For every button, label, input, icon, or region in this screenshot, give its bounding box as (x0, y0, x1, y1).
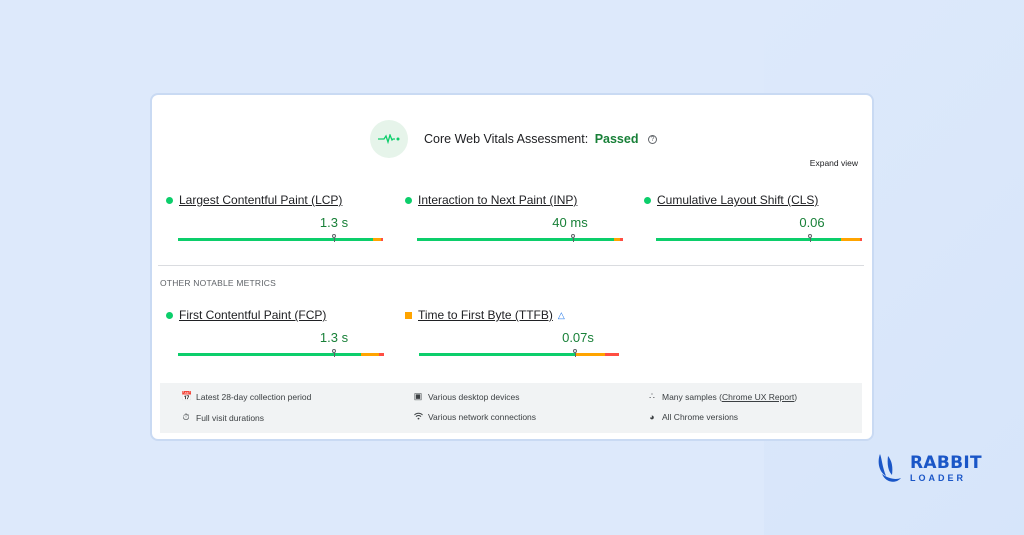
metric-ttfb-link[interactable]: Time to First Byte (TTFB) (418, 308, 553, 322)
needs-improvement-status-icon (405, 311, 412, 319)
footer-samples-suffix: ) (794, 391, 798, 402)
wifi-icon (413, 412, 423, 422)
chrome-ux-report-link[interactable]: Chrome UX Report (722, 392, 794, 402)
metric-ttfb-value: 0.07s (562, 330, 594, 345)
metric-inp-value: 40 ms (552, 215, 588, 230)
assessment-title: Core Web Vitals Assessment: Passed ? (424, 132, 657, 146)
metric-name: Cumulative Layout Shift (CLS) (644, 193, 818, 207)
metric-inp-link[interactable]: Interaction to Next Paint (INP) (418, 193, 577, 207)
distribution-bar (419, 353, 627, 356)
distribution-bar (178, 353, 385, 356)
devices-icon: ▣ (413, 391, 423, 401)
metric-name: Largest Contentful Paint (LCP) (166, 193, 342, 207)
brand-name-line2: LOADER (910, 473, 966, 483)
value-marker-icon (808, 234, 812, 242)
metric-lcp-link[interactable]: Largest Contentful Paint (LCP) (179, 193, 342, 207)
section-divider (158, 265, 864, 266)
samples-icon: ∴ (649, 391, 655, 401)
footer-devices-text: Various desktop devices (428, 391, 520, 402)
footer-durations: ⏱ Full visit durations (181, 412, 264, 423)
footer-versions-text: All Chrome versions (662, 412, 739, 422)
metric-fcp-value: 1.3 s (319, 330, 349, 345)
metric-name: First Contentful Paint (FCP) (166, 308, 326, 322)
assessment-title-text: Core Web Vitals Assessment: (424, 132, 589, 146)
flask-icon: △ (557, 309, 565, 320)
metric-name: Time to First Byte (TTFB) △ (405, 308, 565, 322)
expand-view-link[interactable]: Expand view (810, 158, 858, 168)
good-status-icon (166, 311, 173, 319)
other-metrics-heading: OTHER NOTABLE METRICS (160, 278, 276, 288)
chrome-icon: ◕ (649, 412, 655, 422)
metric-ttfb: Time to First Byte (TTFB) △ 0.07s (405, 308, 627, 368)
data-source-footer: 📅 Latest 28-day collection period ▣ Vari… (160, 383, 862, 433)
rabbit-icon (878, 454, 901, 482)
footer-connections: Various network connections (413, 412, 536, 422)
footer-connections-text: Various network connections (428, 412, 537, 422)
footer-versions: ◕ All Chrome versions (647, 412, 738, 422)
cwv-assessment-card: Core Web Vitals Assessment: Passed ? Exp… (150, 93, 874, 441)
distribution-bar (656, 238, 863, 241)
metric-name: Interaction to Next Paint (INP) (405, 193, 577, 207)
metric-lcp: Largest Contentful Paint (LCP) 1.3 s (166, 193, 388, 253)
metric-lcp-value: 1.3 s (319, 215, 349, 230)
value-marker-icon (571, 234, 575, 242)
value-marker-icon (332, 349, 336, 357)
metric-cls-value: 0.06 (799, 215, 825, 230)
metric-fcp: First Contentful Paint (FCP) 1.3 s (166, 308, 388, 368)
good-status-icon (644, 196, 651, 204)
footer-period-text: Latest 28-day collection period (196, 391, 312, 402)
value-marker-icon (573, 349, 577, 357)
metric-fcp-link[interactable]: First Contentful Paint (FCP) (179, 308, 326, 322)
assessment-status: Passed (594, 132, 639, 146)
footer-samples: ∴ Many samples (Chrome UX Report) (647, 391, 797, 402)
good-status-icon (405, 196, 412, 204)
timer-icon: ⏱ (182, 412, 190, 422)
footer-period: 📅 Latest 28-day collection period (181, 391, 311, 402)
footer-devices: ▣ Various desktop devices (413, 391, 520, 402)
footer-samples-prefix: Many samples ( (662, 391, 722, 402)
assessment-header: Core Web Vitals Assessment: Passed ? (370, 119, 657, 159)
distribution-bar (178, 238, 385, 241)
rabbit-loader-logo: RABBIT LOADER (876, 452, 982, 486)
metric-inp: Interaction to Next Paint (INP) 40 ms (405, 193, 627, 253)
footer-durations-text: Full visit durations (196, 412, 265, 423)
metric-cls: Cumulative Layout Shift (CLS) 0.06 (644, 193, 866, 253)
pulse-icon (370, 120, 408, 158)
distribution-bar (417, 238, 624, 241)
help-icon[interactable]: ? (647, 135, 657, 145)
value-marker-icon (332, 234, 336, 242)
good-status-icon (166, 196, 173, 204)
brand-name-line1: RABBIT (910, 453, 982, 473)
metric-cls-link[interactable]: Cumulative Layout Shift (CLS) (657, 193, 818, 207)
calendar-icon: 📅 (181, 391, 193, 401)
